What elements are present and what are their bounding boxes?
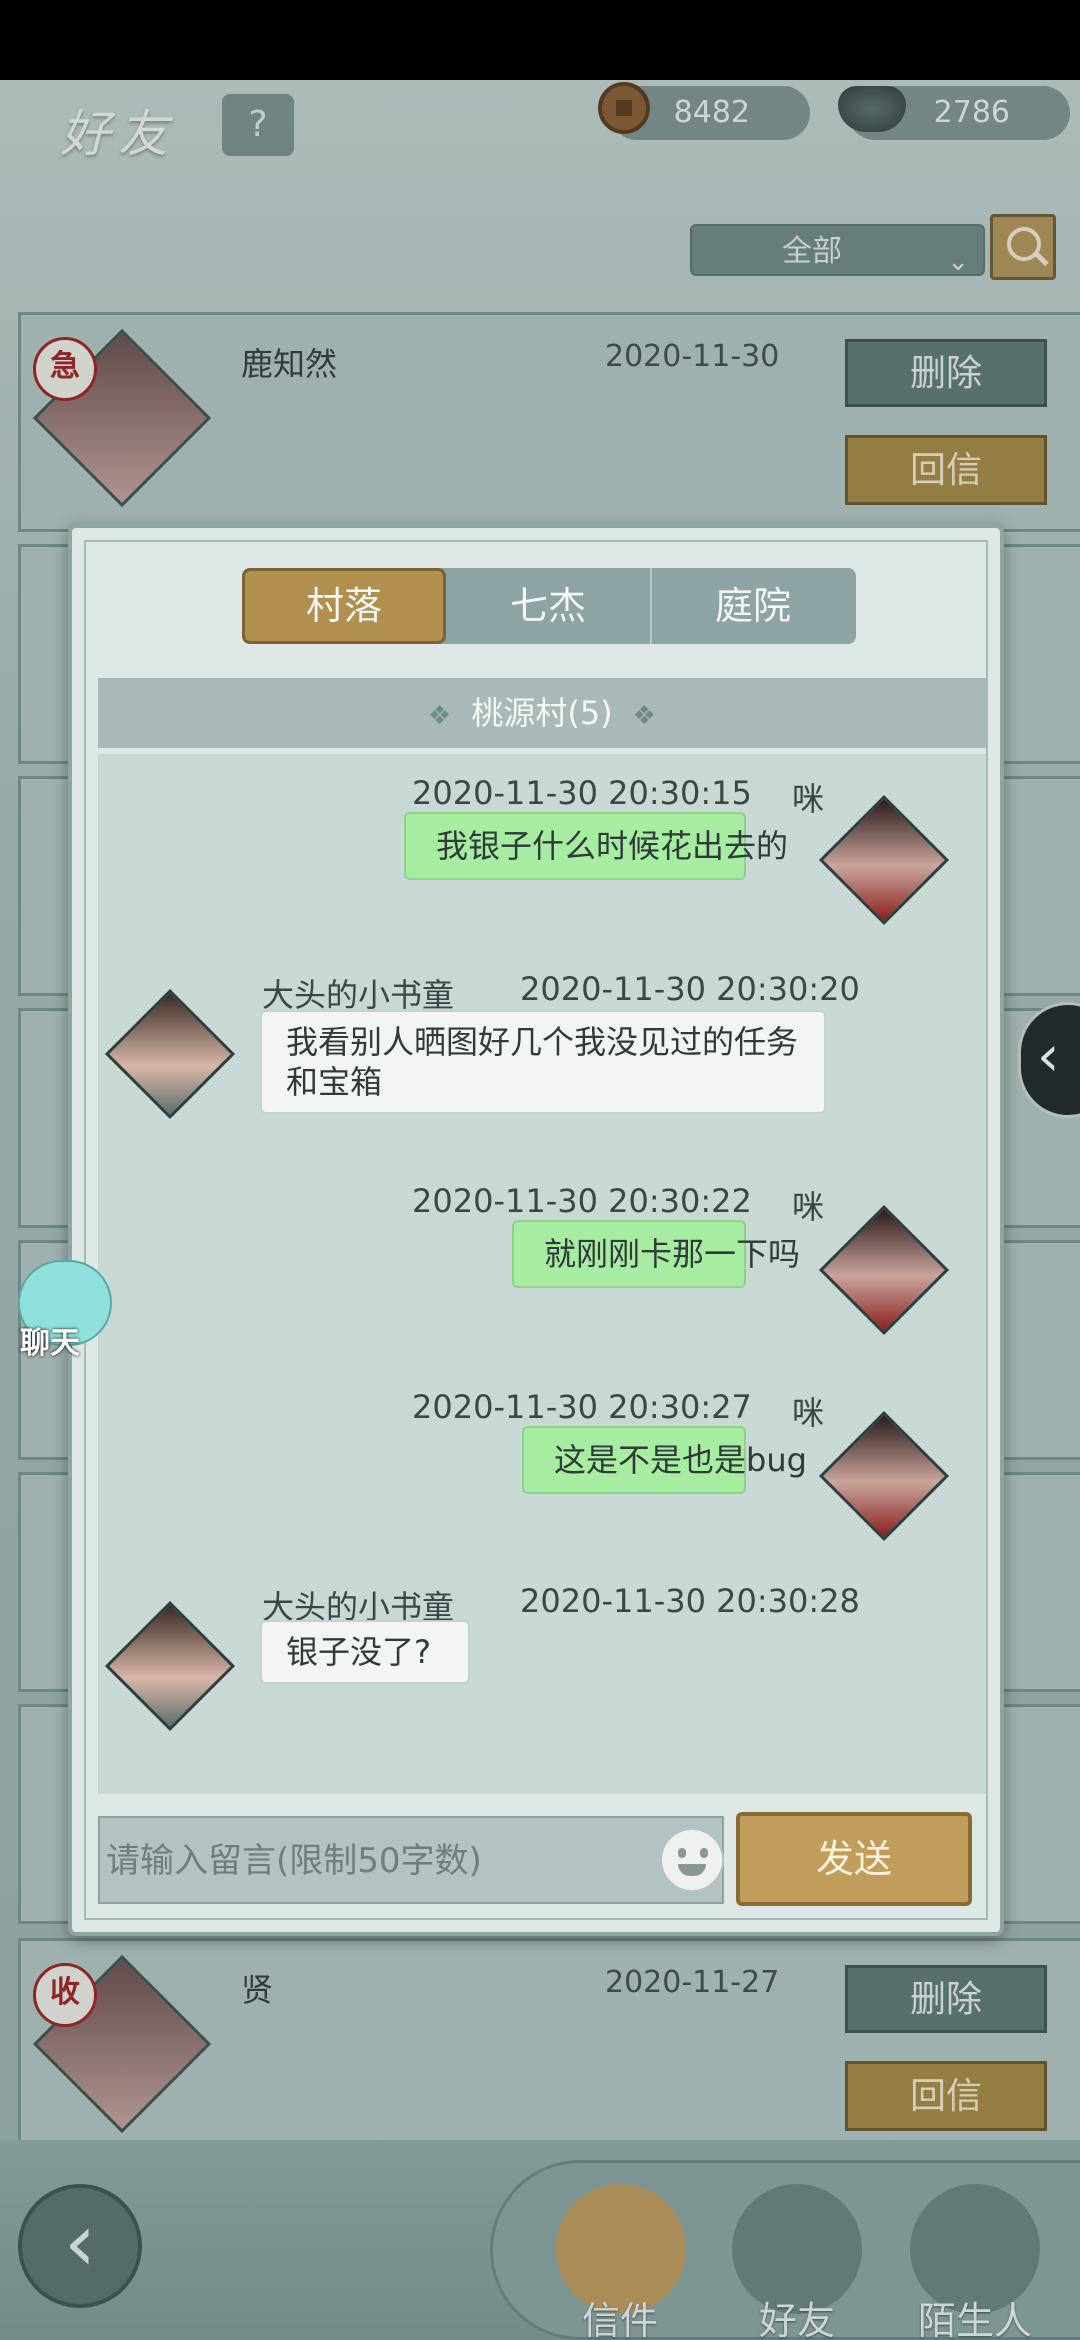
message-time: 2020-11-30 20:30:27 — [412, 1388, 752, 1426]
diamond-icon: ❖ — [428, 701, 452, 731]
diamond-icon: ❖ — [632, 701, 656, 731]
emoji-icon[interactable] — [660, 1828, 724, 1892]
avatar[interactable] — [104, 1600, 236, 1732]
tab-courtyard[interactable]: 庭院 — [650, 568, 856, 644]
avatar[interactable] — [818, 794, 950, 926]
friends-screen: 好友 ? 8482 2786 全部 ⌄ 急 鹿知然 2020-11-30 删除 … — [0, 80, 1080, 2340]
message-bubble: 就刚刚卡那一下吗 — [512, 1220, 800, 1288]
message-time: 2020-11-30 20:30:28 — [520, 1582, 860, 1620]
message-list[interactable]: 2020-11-30 20:30:15 咪 我银子什么时候花出去的 大头的小书童… — [98, 754, 986, 1794]
message-sender: 咪 — [792, 1188, 825, 1226]
tab-seven-heroes[interactable]: 七杰 — [446, 568, 652, 644]
message-input[interactable] — [104, 1818, 658, 1904]
chat-float-button[interactable]: 聊天 — [2, 1260, 112, 1361]
message-bubble: 我银子什么时候花出去的 — [404, 812, 788, 880]
message-input-box — [98, 1816, 724, 1904]
chat-dialog: 村落 七杰 庭院 ❖ 桃源村(5) ❖ 2020-11-30 20:30:15 咪 … — [68, 524, 1004, 1936]
avatar[interactable] — [104, 988, 236, 1120]
message-sender: 咪 — [792, 1394, 825, 1432]
message-time: 2020-11-30 20:30:15 — [412, 774, 752, 812]
channel-header: ❖ 桃源村(5) ❖ — [98, 678, 986, 748]
avatar[interactable] — [818, 1410, 950, 1542]
avatar[interactable] — [818, 1204, 950, 1336]
channel-tabs: 村落 七杰 庭院 — [242, 568, 856, 644]
message-time: 2020-11-30 20:30:22 — [412, 1182, 752, 1220]
message-time: 2020-11-30 20:30:20 — [520, 970, 860, 1008]
message-bubble: 银子没了? — [260, 1620, 470, 1684]
message-bubble: 这是不是也是bug — [522, 1426, 807, 1494]
message-sender: 咪 — [792, 780, 825, 818]
chat-float-label: 聊天 — [20, 1326, 80, 1361]
send-button[interactable]: 发送 — [736, 1812, 972, 1906]
message-bubble: 我看别人晒图好几个我没见过的任务和宝箱 — [260, 1010, 826, 1114]
channel-name: 桃源村(5) — [471, 694, 613, 732]
tab-village[interactable]: 村落 — [242, 568, 446, 644]
